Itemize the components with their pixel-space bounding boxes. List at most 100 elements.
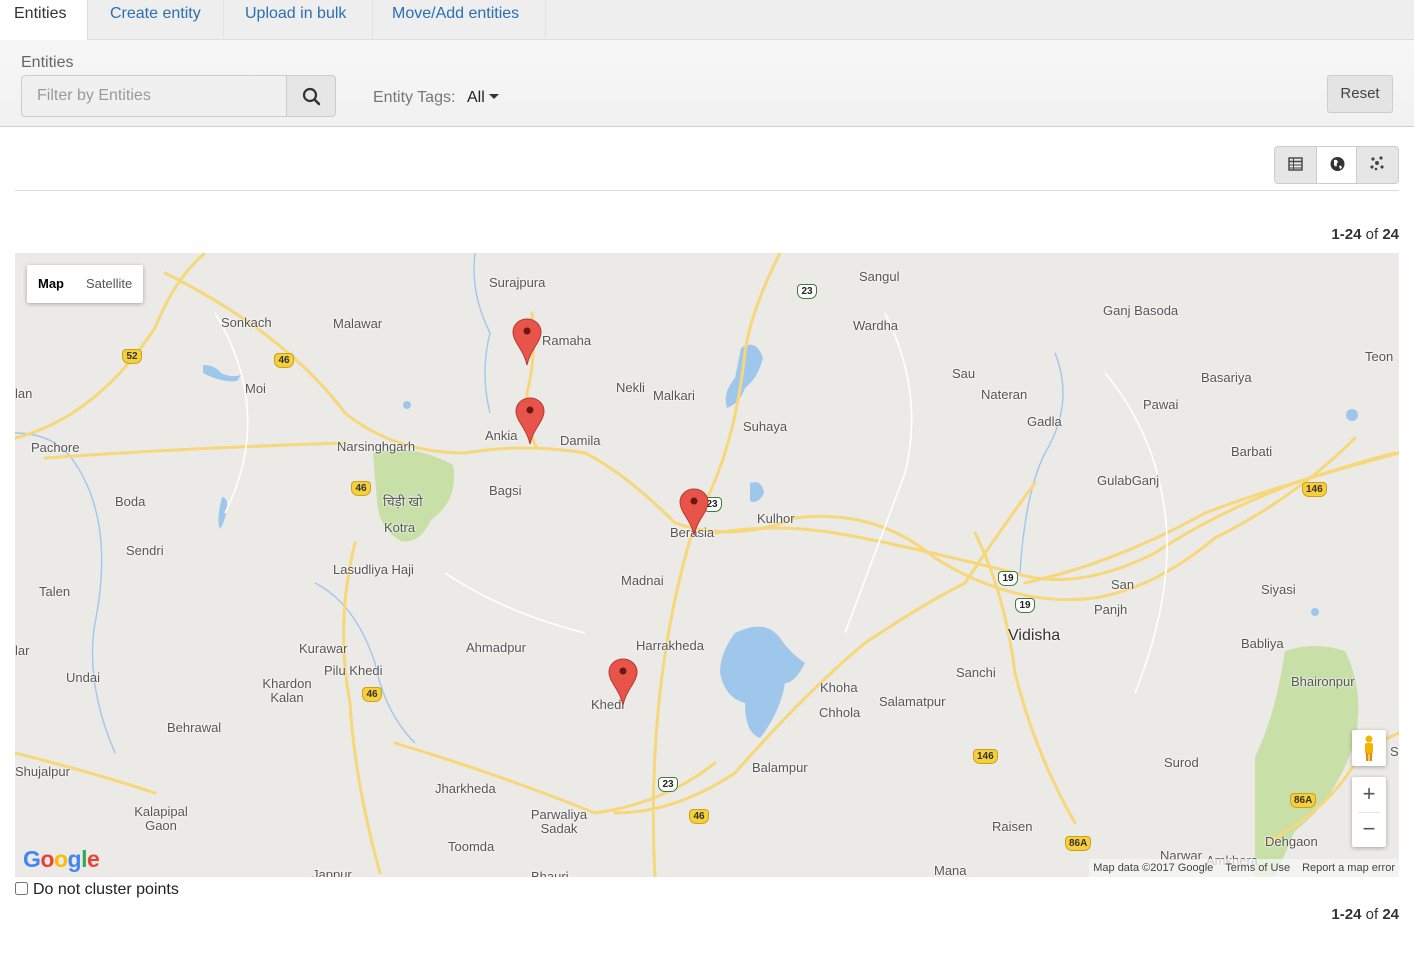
map-place-label: Toomda — [448, 839, 495, 854]
highway-shield: 52 — [122, 349, 142, 364]
map-place-label: Sanchi — [956, 665, 996, 680]
map-place-label: Talen — [39, 584, 71, 599]
map-place-label: Jappur — [312, 867, 352, 877]
terms-of-use-link[interactable]: Terms of Use — [1225, 862, 1290, 874]
lake — [750, 482, 764, 502]
map-place-label: San — [1111, 577, 1135, 592]
pagination-range: 1-24 — [1331, 226, 1362, 243]
street-view-button[interactable] — [1352, 730, 1386, 766]
map-type-satellite[interactable]: Satellite — [75, 265, 143, 303]
highway-shield: 19 — [998, 571, 1018, 586]
map-place-label: Jharkheda — [435, 781, 496, 796]
highway-shield: 46 — [362, 687, 382, 702]
tab-move-add-entities[interactable]: Move/Add entities — [378, 0, 546, 40]
map-place-label: Boda — [115, 494, 146, 509]
highway-shield: 86A — [1065, 836, 1092, 851]
report-map-error-link[interactable]: Report a map error — [1302, 862, 1395, 874]
map-place-label: Nateran — [981, 387, 1028, 402]
zoom-in-button[interactable]: + — [1352, 777, 1386, 812]
map-place-label: Sonkach — [221, 315, 272, 330]
table-view-button[interactable] — [1275, 147, 1316, 183]
highways — [15, 253, 1399, 877]
map-place-label: Babliya — [1241, 636, 1284, 651]
lake — [720, 626, 805, 738]
do-not-cluster-checkbox[interactable] — [15, 882, 28, 895]
scatter-view-button[interactable] — [1357, 147, 1398, 183]
highway-shield: 86A — [1290, 793, 1317, 808]
highway-shield: 19 — [1015, 598, 1035, 613]
globe-icon — [1330, 157, 1345, 171]
map-place-label: GulabGanj — [1097, 473, 1160, 488]
map-place-label: Ramaha — [542, 333, 592, 348]
map-place-label: Ahmadpur — [466, 640, 526, 655]
map-marker[interactable] — [679, 487, 709, 537]
map-place-label: Nekli — [616, 380, 645, 395]
highway-shield: 23 — [658, 777, 678, 792]
search-icon — [302, 87, 321, 106]
map-place-label: Mana — [934, 863, 967, 877]
map-place-label: Ganj Basoda — [1103, 303, 1179, 318]
do-not-cluster-label: Do not cluster points — [33, 881, 179, 898]
filter-label: Entities — [21, 54, 74, 71]
map-place-label: Teon — [1365, 349, 1394, 364]
pagination-total: 24 — [1382, 226, 1399, 243]
map-data-credit: Map data ©2017 Google — [1093, 862, 1214, 874]
highway-shield: 46 — [689, 809, 709, 824]
map-place-label: Bagsi — [489, 483, 522, 498]
map-place-label: Chhola — [819, 705, 861, 720]
map-place-label: Khoha — [820, 680, 858, 695]
entity-filter-input[interactable] — [21, 75, 287, 117]
map-place-label: Panjh — [1094, 602, 1128, 617]
highway-shield: 146 — [973, 749, 998, 764]
map-place-label: Dehgaon — [1265, 834, 1318, 849]
map-place-label: Kulhor — [757, 511, 795, 526]
map-place-label: चिड़ी खो — [383, 494, 423, 509]
map-place-label: Pilu Khedi — [324, 663, 383, 678]
map-place-label: Damila — [560, 433, 601, 448]
tab-create-entity[interactable]: Create entity — [96, 0, 224, 40]
map-place-label: Siyasi — [1261, 582, 1296, 597]
tab-upload-in-bulk[interactable]: Upload in bulk — [231, 0, 373, 40]
view-toggle — [1274, 146, 1399, 184]
map-place-label: Moi — [245, 381, 266, 396]
map-place-label: Sangul — [859, 269, 900, 284]
map-place-label: Bhauri — [531, 869, 569, 877]
highway-shield: 46 — [274, 353, 294, 368]
map-marker[interactable] — [512, 317, 542, 367]
map-place-label: Parwaliya Sadak — [530, 807, 588, 836]
zoom-out-button[interactable]: − — [1352, 812, 1386, 847]
map-place-label: Madnai — [621, 573, 664, 588]
map-place-label: Malawar — [333, 316, 383, 331]
map-place-label: Sendri — [126, 543, 164, 558]
tab-entities[interactable]: Entities — [0, 0, 88, 41]
map-view-button[interactable] — [1316, 147, 1357, 183]
highway-shield: 46 — [351, 481, 371, 496]
zoom-control: + − — [1352, 777, 1386, 847]
map-place-label: lar — [15, 643, 30, 658]
map-marker[interactable] — [608, 657, 638, 707]
entity-tags-dropdown[interactable]: All — [467, 89, 499, 107]
highway-shield: 23 — [797, 284, 817, 299]
map-place-label: Lasudliya Haji — [333, 562, 414, 577]
search-button[interactable] — [286, 75, 336, 117]
pagination-bottom: 1-24 of 24 — [1331, 906, 1399, 923]
map-place-label: Raisen — [992, 819, 1033, 834]
map-place-label: Malkari — [653, 388, 695, 403]
cluster-option[interactable]: Do not cluster points — [15, 881, 179, 899]
map-canvas[interactable]: Map Satellite Surajpura Sangul Sonkach Malaw… — [15, 253, 1399, 877]
map-place-label: Harrakheda — [636, 638, 704, 653]
map-place-label: Wardha — [853, 318, 899, 333]
map-place-label: Barbati — [1231, 444, 1273, 459]
reset-button[interactable]: Reset — [1327, 75, 1393, 113]
map-place-label: Pachore — [31, 440, 80, 455]
pond — [1346, 409, 1358, 421]
map-place-label: Surajpura — [489, 275, 546, 290]
filter-panel: Entities Entity Tags: All Reset — [0, 40, 1414, 127]
map-type-map[interactable]: Map — [27, 265, 75, 303]
pegman-icon — [1365, 735, 1373, 761]
map-marker[interactable] — [515, 396, 545, 446]
map-place-label: Undai — [66, 670, 100, 685]
pond — [1311, 608, 1319, 616]
map-place-label: Behrawal — [167, 720, 222, 735]
highway-shield: 146 — [1302, 482, 1327, 497]
